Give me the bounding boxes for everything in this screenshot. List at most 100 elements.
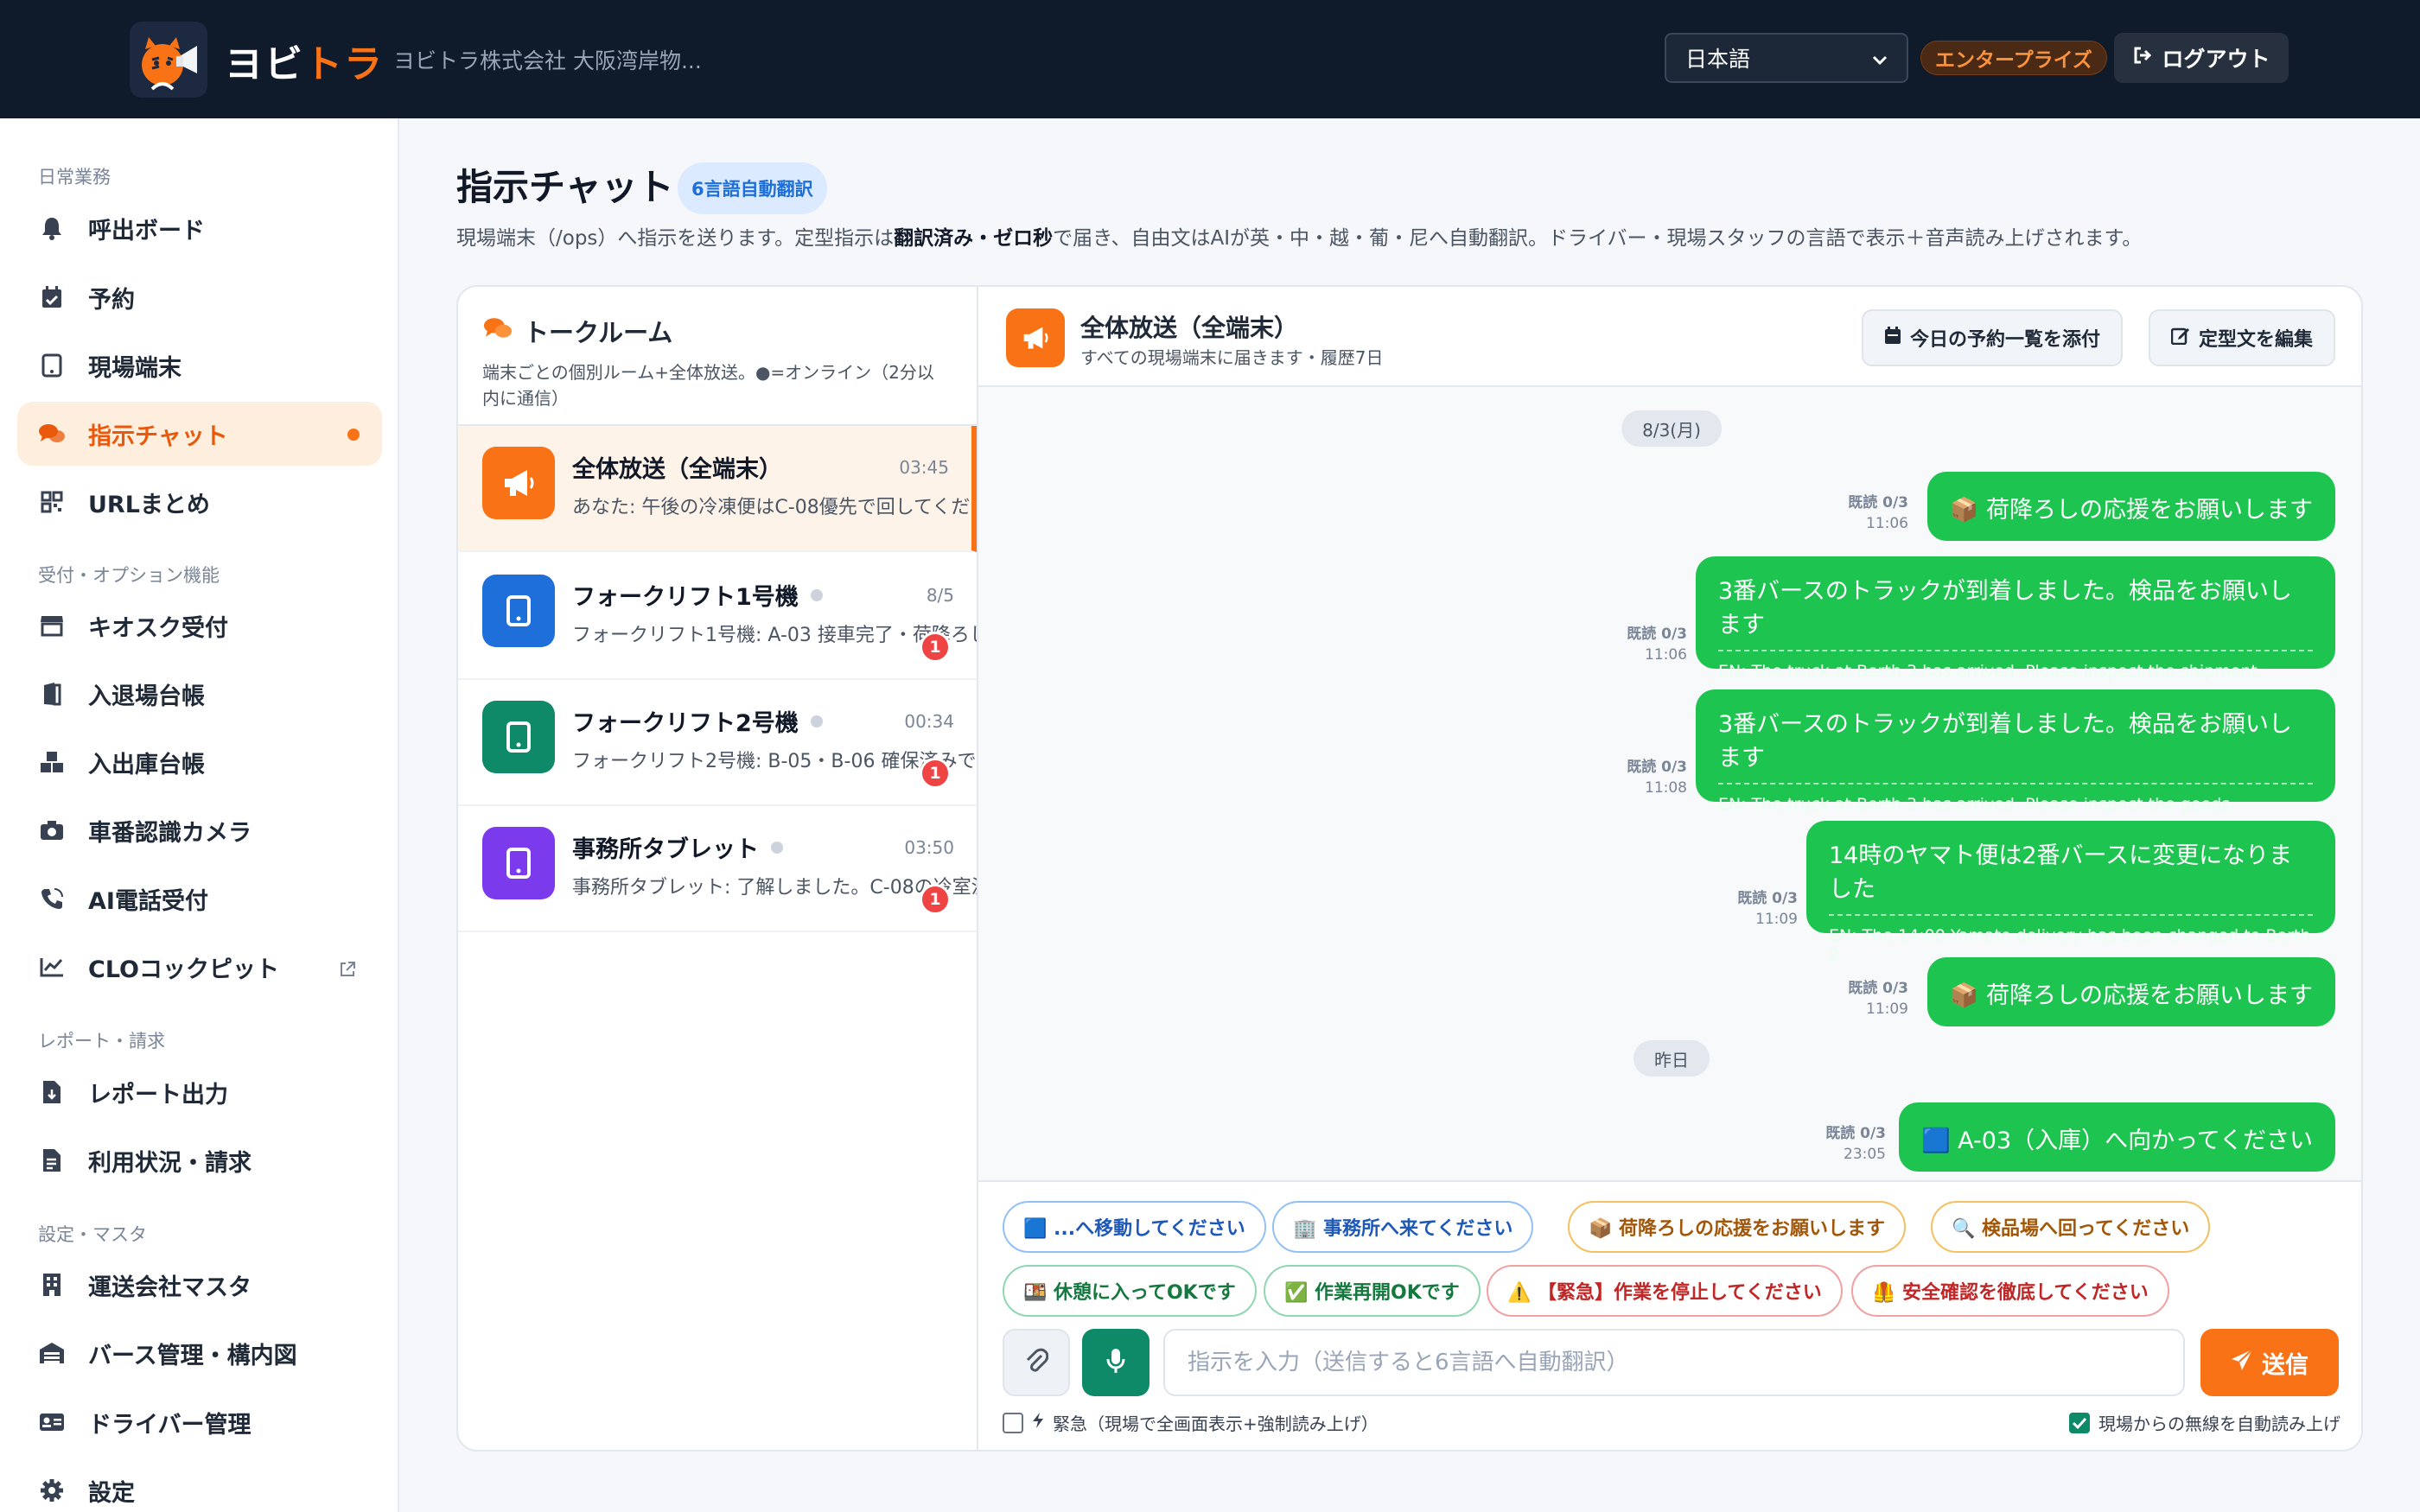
quick-reply-break[interactable]: 🍱 休憩に入ってOKです: [1003, 1265, 1257, 1317]
urgent-checkbox[interactable]: [1003, 1412, 1023, 1433]
room-time: 8/5: [926, 585, 954, 606]
sidebar-item-usage-billing[interactable]: 利用状況・請求: [17, 1128, 382, 1192]
room-preview: フォークリフト1号機: A-03 接車完了・荷降ろし開始: [572, 625, 977, 646]
sidebar-item-label: レポート出力: [88, 1081, 228, 1109]
tablet-icon: [482, 575, 555, 647]
room-name: 全体放送（全端末）: [572, 456, 782, 483]
sidebar-item-warehouse-log[interactable]: 入出庫台帳: [17, 730, 382, 794]
message-bubble[interactable]: 14時のヤマト便は2番バースに変更になりました EN: The 14:00 Ya…: [1806, 821, 2335, 964]
auto-read-option[interactable]: 現場からの無線を自動読み上げ: [2069, 1410, 2340, 1435]
sidebar-item-berth-management[interactable]: バース管理・構内図: [17, 1321, 382, 1385]
sidebar-item-carrier-master[interactable]: 運送会社マスタ: [17, 1253, 382, 1317]
chart-line-icon: [38, 953, 66, 981]
brand-name[interactable]: ヨビトラ: [225, 33, 384, 88]
quick-reply-resume[interactable]: ✅ 作業再開OKです: [1264, 1265, 1481, 1317]
sidebar-item-field-terminals[interactable]: 現場端末: [17, 334, 382, 397]
attach-reservations-button[interactable]: 今日の予約一覧を添付: [1862, 309, 2124, 366]
room-time: 03:50: [904, 837, 954, 858]
attach-button[interactable]: [1003, 1329, 1070, 1396]
auto-read-label: 現場からの無線を自動読み上げ: [2098, 1414, 2340, 1434]
edit-templates-button[interactable]: 定型文を編集: [2149, 309, 2336, 366]
quick-reply-unload-help[interactable]: 📦 荷降ろしの応援をお願いします: [1568, 1201, 1907, 1253]
unread-badge: 1: [920, 884, 951, 915]
auto-read-checkbox[interactable]: [2069, 1412, 2090, 1433]
message-bubble[interactable]: 3番バースのトラックが到着しました。検品をお願いします EN: The truc…: [1696, 689, 2335, 814]
gear-icon: [38, 1477, 66, 1504]
file-export-icon: [38, 1078, 66, 1106]
sidebar-item-entry-log[interactable]: 入退場台帳: [17, 662, 382, 726]
sidebar-item-label: 運送会社マスタ: [88, 1274, 252, 1301]
sidebar-item-label: 利用状況・請求: [88, 1149, 252, 1177]
edit-templates-label: 定型文を編集: [2199, 329, 2314, 351]
id-card-icon: [38, 1408, 66, 1436]
quick-reply-inspection[interactable]: 🔍 検品場へ回ってください: [1931, 1201, 2211, 1253]
message-bubble[interactable]: 3番バースのトラックが到着しました。検品をお願いします EN: The truc…: [1696, 556, 2335, 681]
logout-label: ログアウト: [2162, 47, 2270, 72]
sidebar-item-label: AI電話受付: [88, 887, 208, 915]
megaphone-icon: [1006, 308, 1065, 367]
sidebar-item-instruction-chat[interactable]: 指示チャット: [17, 402, 382, 466]
top-header: ヨビトラ ヨビトラ株式会社 大阪湾岸物... 日本語 エンタープライズ ログアウ…: [0, 0, 2420, 118]
quick-reply-move[interactable]: 🟦 ...へ移動してください: [1003, 1201, 1266, 1253]
sidebar-item-clo-cockpit[interactable]: CLOコックピット: [17, 935, 382, 999]
send-button[interactable]: 送信: [2200, 1329, 2339, 1396]
room-preview: フォークリフト2号機: B-05・B-06 確保済みです: [572, 751, 977, 772]
sidebar-item-reservations[interactable]: 予約: [17, 265, 382, 329]
message-input[interactable]: [1163, 1329, 2185, 1396]
sidebar-item-report-export[interactable]: レポート出力: [17, 1060, 382, 1124]
room-broadcast[interactable]: 全体放送（全端末） 03:45 あなた: 午後の冷凍便はC-08優先で回してくだ…: [458, 426, 977, 552]
quick-reply-office[interactable]: 🏢 事務所へ来てください: [1272, 1201, 1534, 1253]
plan-badge: エンタープライズ: [1920, 41, 2107, 75]
sidebar-section-daily: 日常業務: [38, 167, 111, 187]
online-status-dot: [810, 715, 823, 727]
quick-reply-safety-check[interactable]: 🦺 安全確認を徹底してください: [1851, 1265, 2169, 1317]
online-status-dot: [771, 841, 783, 854]
sidebar-item-label: キオスク受付: [88, 614, 228, 642]
conversation-title: 全体放送（全端末）: [1080, 314, 1299, 342]
sidebar-item-settings[interactable]: 設定: [17, 1458, 382, 1512]
microphone-button[interactable]: [1082, 1329, 1150, 1396]
sidebar-item-label: 入退場台帳: [88, 683, 205, 710]
message-bubble[interactable]: 📦 荷降ろしの応援をお願いします: [1926, 472, 2335, 541]
translation-badge: 6言語自動翻訳: [678, 162, 827, 214]
send-icon: [2231, 1348, 2253, 1377]
logout-button[interactable]: ログアウト: [2114, 33, 2289, 83]
invoice-icon: [38, 1147, 66, 1174]
tiger-logo[interactable]: [130, 22, 207, 98]
building-icon: [38, 1271, 66, 1299]
room-list-header: トークルーム 端末ごとの個別ルーム+全体放送。●=オンライン（2分以内に通信）: [458, 287, 977, 426]
sidebar-item-kiosk[interactable]: キオスク受付: [17, 594, 382, 658]
logout-icon: [2132, 45, 2153, 71]
sidebar-section-options: 受付・オプション機能: [38, 565, 220, 586]
sidebar-item-url-summary[interactable]: URLまとめ: [17, 470, 382, 534]
online-status-dot: [810, 588, 823, 601]
room-forklift-1[interactable]: フォークリフト1号機 8/5 フォークリフト1号機: A-03 接車完了・荷降ろ…: [458, 554, 977, 680]
warehouse-icon: [38, 1339, 66, 1367]
message-bubble[interactable]: 🟦 A-03（入庫）へ向かってください: [1898, 1102, 2335, 1172]
sidebar-item-plate-camera[interactable]: 車番認識カメラ: [17, 798, 382, 862]
room-name: フォークリフト2号機: [572, 710, 799, 737]
sidebar-item-driver-management[interactable]: ドライバー管理: [17, 1390, 382, 1454]
quick-reply-emergency-stop[interactable]: ⚠️ 【緊急】作業を停止してください: [1487, 1265, 1843, 1317]
sidebar-item-label: 現場端末: [88, 354, 182, 382]
tablet-icon: [482, 827, 555, 899]
urgent-option[interactable]: 緊急（現場で全画面表示+強制読み上げ）: [1003, 1410, 1379, 1435]
chat-panel: トークルーム 端末ごとの個別ルーム+全体放送。●=オンライン（2分以内に通信） …: [456, 285, 2363, 1452]
language-select-value: 日本語: [1685, 47, 1751, 72]
bolt-icon: [1032, 1412, 1044, 1433]
microphone-icon: [1105, 1347, 1126, 1378]
external-link-icon: [339, 957, 356, 984]
room-office-tablet[interactable]: 事務所タブレット 03:50 事務所タブレット: 了解しました。C-08の冷室温…: [458, 806, 977, 932]
sidebar-section-settings: 設定・マスタ: [38, 1224, 147, 1245]
sidebar-item-label: CLOコックピット: [88, 956, 280, 983]
room-time: 00:34: [904, 711, 954, 732]
tablet-icon: [38, 352, 66, 379]
sidebar-item-call-board[interactable]: 呼出ボード: [17, 196, 382, 260]
message-meta: 既読 0/3 11:08: [1627, 759, 1687, 797]
message-bubble[interactable]: 📦 荷降ろしの応援をお願いします: [1926, 957, 2335, 1026]
message-meta: 既読 0/3 11:09: [1848, 980, 1908, 1018]
date-separator: 8/3(月): [1621, 410, 1722, 447]
room-forklift-2[interactable]: フォークリフト2号機 00:34 フォークリフト2号機: B-05・B-06 確…: [458, 680, 977, 806]
sidebar-item-ai-phone[interactable]: AI電話受付: [17, 867, 382, 931]
language-select[interactable]: 日本語: [1665, 33, 1908, 83]
